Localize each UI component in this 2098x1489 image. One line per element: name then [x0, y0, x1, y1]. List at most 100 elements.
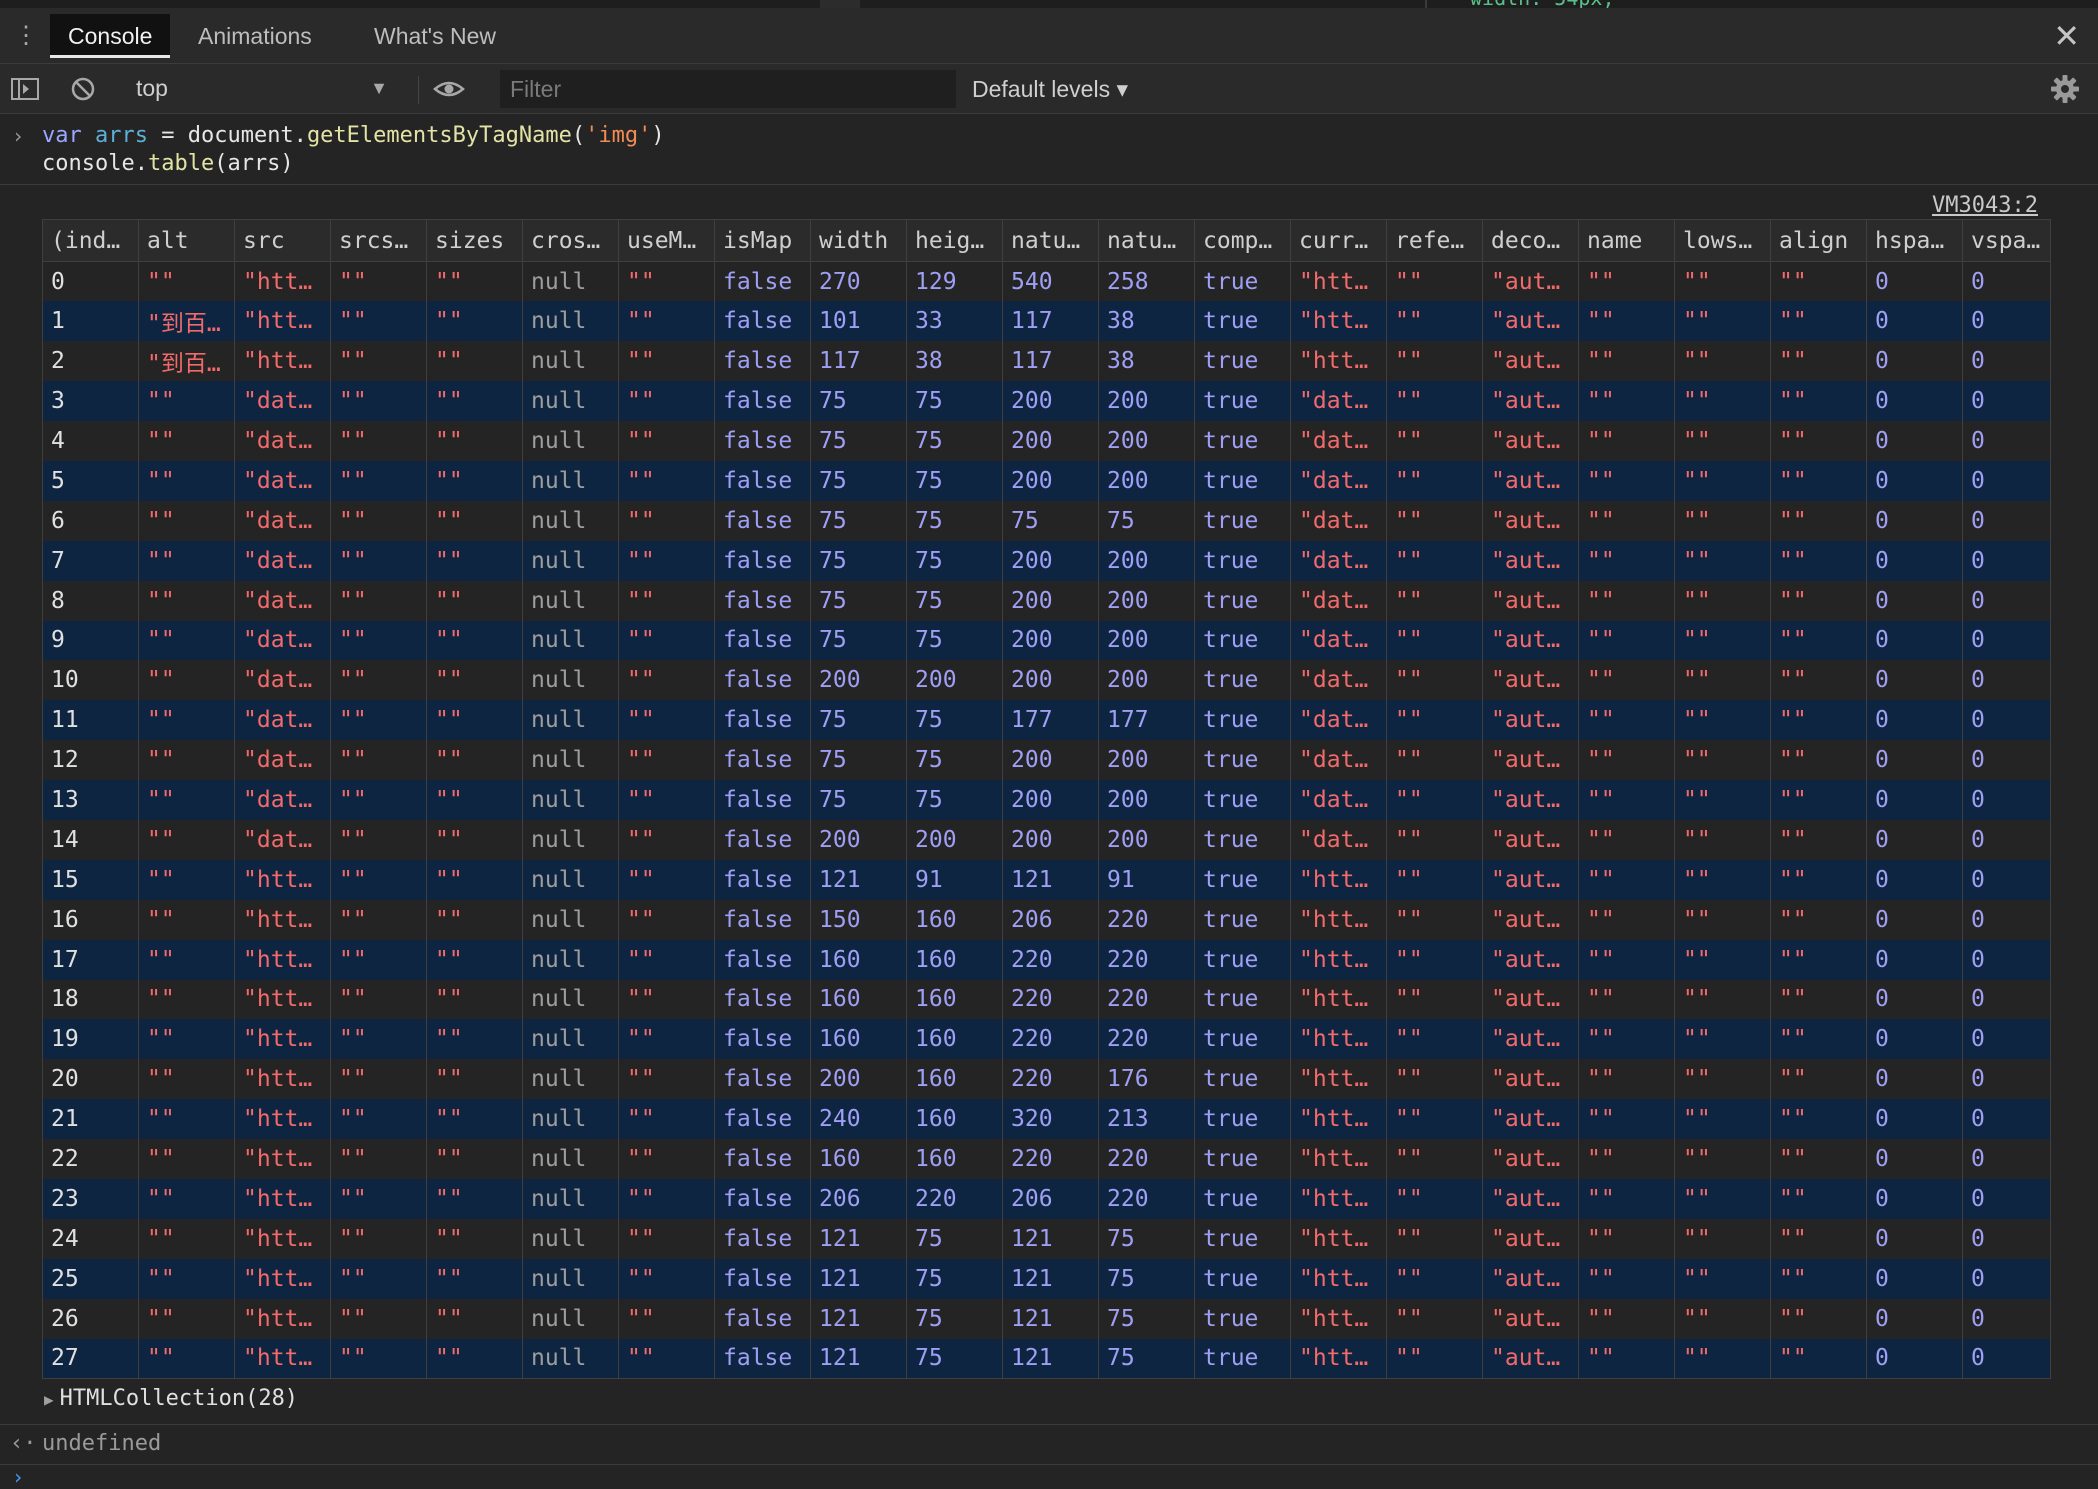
code-function: getElementsByTagName — [306, 123, 572, 148]
table-cell: 7 — [42, 540, 139, 581]
eye-icon[interactable] — [432, 72, 466, 106]
htmlcollection-expander[interactable]: ▶ HTMLCollection(28) — [44, 1386, 298, 1411]
table-row: 24 "" "htt… "" "" null "" false 121 75 121 75 true "h… — [42, 1218, 2051, 1259]
column-header[interactable]: sizes — [426, 219, 523, 262]
column-header[interactable]: align — [1770, 219, 1867, 262]
table-cell: "" — [1386, 660, 1483, 701]
table-cell: null — [522, 819, 619, 860]
table-cell: "" — [618, 859, 715, 900]
table-cell: null — [522, 540, 619, 581]
table-cell: 38 — [1098, 341, 1195, 382]
table-cell: "" — [1770, 381, 1867, 422]
table-cell: 177 — [1002, 700, 1099, 741]
table-cell: "" — [618, 381, 715, 422]
table-cell: "" — [1578, 460, 1675, 501]
table-cell: "" — [426, 939, 523, 980]
column-header[interactable]: natu… — [1002, 219, 1099, 262]
table-cell: "" — [618, 979, 715, 1020]
table-cell: 121 — [1002, 859, 1099, 900]
column-header[interactable]: lows… — [1674, 219, 1771, 262]
table-cell: 0 — [1962, 261, 2051, 302]
table-cell: "" — [138, 540, 235, 581]
tab-whats-new[interactable]: What's New — [356, 14, 514, 58]
table-cell: "" — [1674, 1178, 1771, 1219]
table-cell: "" — [1386, 979, 1483, 1020]
table-cell: "aut… — [1482, 1019, 1579, 1060]
table-cell: "" — [1578, 780, 1675, 820]
column-header[interactable]: curr… — [1290, 219, 1387, 262]
column-header[interactable]: cros… — [522, 219, 619, 262]
column-header[interactable]: hspa… — [1866, 219, 1963, 262]
kebab-menu-icon[interactable]: ⋮ — [14, 20, 38, 52]
table-cell: "htt… — [1290, 1019, 1387, 1060]
table-cell: false — [714, 939, 811, 980]
table-cell: "dat… — [234, 460, 331, 501]
table-cell: "" — [1674, 500, 1771, 541]
table-cell: 0 — [1962, 421, 2051, 461]
table-cell: null — [522, 1218, 619, 1259]
tab-console[interactable]: Console — [50, 14, 171, 58]
source-link[interactable]: VM3043:2 — [1932, 193, 2038, 218]
table-cell: false — [714, 421, 811, 461]
table-cell: 0 — [1962, 620, 2051, 661]
table-cell: 6 — [42, 500, 139, 541]
table-cell: "aut… — [1482, 700, 1579, 741]
gear-icon[interactable] — [2048, 72, 2082, 106]
column-header[interactable]: isMap — [714, 219, 811, 262]
table-cell: 91 — [1098, 859, 1195, 900]
table-cell: "" — [1578, 500, 1675, 541]
table-cell: 0 — [1962, 939, 2051, 980]
column-header[interactable]: comp… — [1194, 219, 1291, 262]
table-cell: false — [714, 460, 811, 501]
triangle-right-icon[interactable]: ▶ — [44, 1390, 54, 1409]
column-header[interactable]: vspa… — [1962, 219, 2051, 262]
table-cell: "" — [330, 341, 427, 382]
table-cell: "" — [330, 780, 427, 820]
column-header[interactable]: heig… — [906, 219, 1003, 262]
filter-input[interactable] — [500, 70, 956, 108]
context-selector[interactable]: top ▼ — [126, 70, 396, 106]
table-cell: "" — [1770, 580, 1867, 621]
column-header[interactable]: deco… — [1482, 219, 1579, 262]
code-paren: ) — [651, 123, 665, 148]
table-cell: 206 — [1002, 1178, 1099, 1219]
column-header[interactable]: name — [1578, 219, 1675, 262]
table-cell: 540 — [1002, 261, 1099, 302]
table-cell: 270 — [810, 261, 907, 302]
table-cell: "htt… — [1290, 1099, 1387, 1140]
table-row: 11 "" "dat… "" "" null "" false 75 75 177 177 true "d… — [42, 700, 2051, 741]
table-cell: 18 — [42, 979, 139, 1020]
table-cell: "aut… — [1482, 780, 1579, 820]
table-cell: "" — [1770, 341, 1867, 382]
tab-animations[interactable]: Animations — [180, 14, 330, 58]
column-header[interactable]: src — [234, 219, 331, 262]
close-icon[interactable]: ✕ — [2053, 16, 2080, 56]
table-cell: "dat… — [234, 580, 331, 621]
table-cell: "" — [138, 740, 235, 781]
table-cell: 177 — [1098, 700, 1195, 741]
code-string: 'img' — [585, 123, 652, 148]
table-cell: false — [714, 899, 811, 940]
table-cell: "" — [1770, 899, 1867, 940]
default-levels-dropdown[interactable]: Default levels ▾ — [972, 70, 1128, 108]
column-header[interactable]: useM… — [618, 219, 715, 262]
column-header[interactable]: refe… — [1386, 219, 1483, 262]
table-cell: "" — [1386, 819, 1483, 860]
table-cell: "htt… — [1290, 1059, 1387, 1100]
console-input-line[interactable]: › — [0, 1464, 2098, 1489]
table-cell: 176 — [1098, 1059, 1195, 1100]
table-cell: "" — [426, 1099, 523, 1140]
column-header[interactable]: (ind… — [42, 219, 139, 262]
table-cell: "dat… — [234, 700, 331, 741]
table-cell: 75 — [1098, 1258, 1195, 1299]
table-cell: 0 — [1962, 500, 2051, 541]
sidebar-toggle-icon[interactable] — [8, 72, 42, 106]
table-cell: 0 — [1962, 460, 2051, 501]
column-header[interactable]: srcs… — [330, 219, 427, 262]
column-header[interactable]: alt — [138, 219, 235, 262]
column-header[interactable]: natu… — [1098, 219, 1195, 262]
table-cell: "" — [1674, 859, 1771, 900]
clear-console-icon[interactable] — [66, 72, 100, 106]
table-cell: 75 — [810, 740, 907, 781]
column-header[interactable]: width — [810, 219, 907, 262]
